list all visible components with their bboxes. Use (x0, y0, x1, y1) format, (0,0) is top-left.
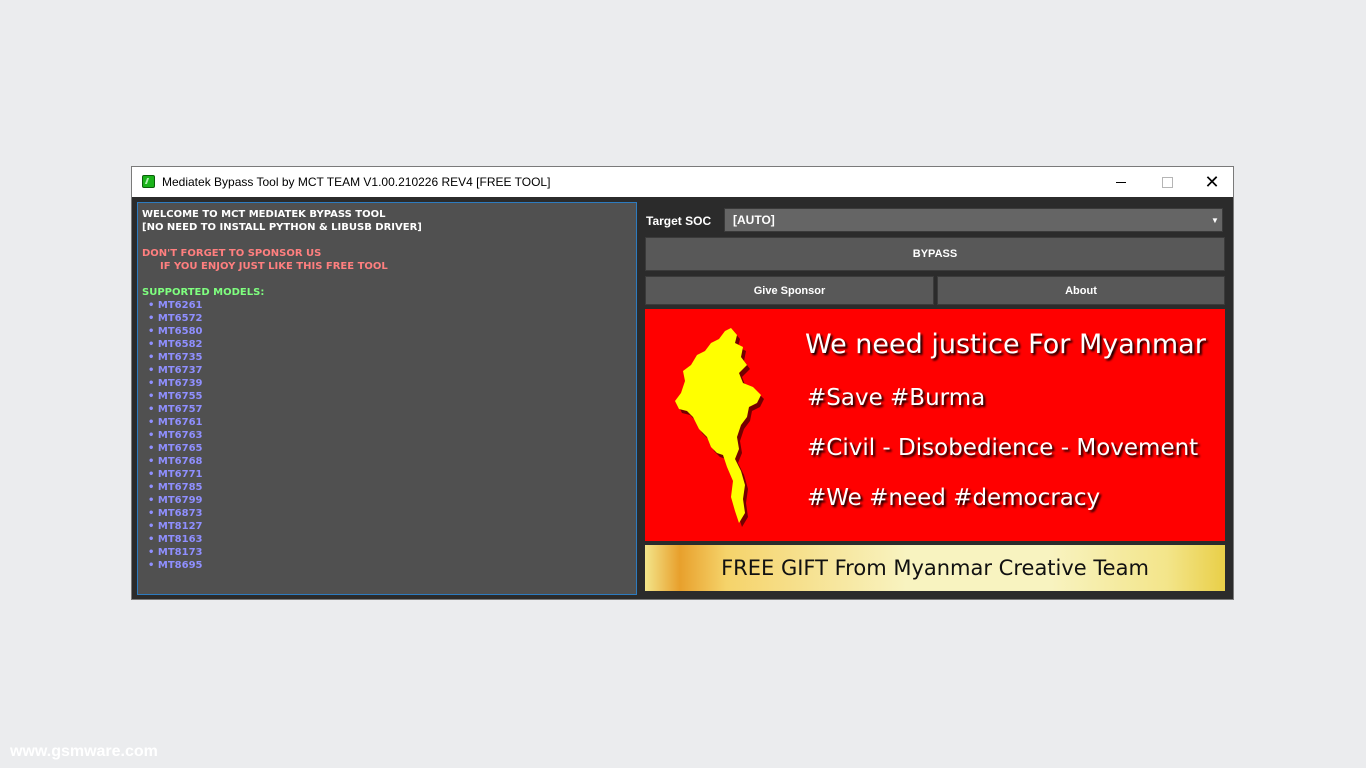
bullet-icon: • (148, 469, 155, 480)
model-name: MT6755 (157, 391, 203, 402)
model-list-item: • MT6572 (142, 312, 632, 325)
give-sponsor-button[interactable]: Give Sponsor (645, 276, 934, 305)
minimize-button[interactable] (1098, 167, 1144, 197)
title-bar[interactable]: Mediatek Bypass Tool by MCT TEAM V1.00.2… (132, 167, 1233, 197)
model-name: MT6757 (157, 404, 203, 415)
model-name: MT6763 (157, 430, 203, 441)
model-list-item: • MT6873 (142, 507, 632, 520)
banner-hashtag-3: #We #need #democracy (807, 485, 1101, 511)
model-name: MT6582 (157, 339, 203, 350)
model-name: MT8163 (157, 534, 203, 545)
model-list-item: • MT6739 (142, 377, 632, 390)
bullet-icon: • (148, 339, 155, 350)
model-name: MT6771 (157, 469, 203, 480)
target-soc-label: Target SOC (646, 214, 712, 228)
target-soc-dropdown[interactable]: [AUTO] ▼ (724, 208, 1223, 232)
chevron-down-icon: ▼ (1211, 215, 1219, 225)
model-list-item: • MT8163 (142, 533, 632, 546)
log-line: [NO NEED TO INSTALL PYTHON & LIBUSB DRIV… (142, 222, 422, 233)
model-list-item: • MT6785 (142, 481, 632, 494)
close-icon: ✕ (1204, 172, 1220, 192)
banner-hashtag-1: #Save #Burma (807, 385, 986, 411)
bullet-icon: • (148, 391, 155, 402)
model-name: MT6873 (157, 508, 203, 519)
bullet-icon: • (148, 534, 155, 545)
model-list-item: • MT6799 (142, 494, 632, 507)
bypass-button[interactable]: BYPASS (645, 237, 1225, 271)
model-name: MT6799 (157, 495, 203, 506)
model-list: • MT6261 • MT6572 • MT6580 • MT6582 • MT6735… (142, 299, 632, 572)
bullet-icon: • (148, 482, 155, 493)
model-name: MT6765 (157, 443, 203, 454)
model-name: MT8695 (157, 560, 203, 571)
model-name: MT8127 (157, 521, 203, 532)
model-name: MT6785 (157, 482, 203, 493)
model-list-item: • MT6771 (142, 468, 632, 481)
model-name: MT6761 (157, 417, 203, 428)
myanmar-banner: We need justice For Myanmar #Save #Burma… (645, 309, 1225, 541)
watermark: www.gsmware.com (10, 743, 158, 760)
bullet-icon: • (148, 495, 155, 506)
model-name: MT6735 (157, 352, 203, 363)
bullet-icon: • (148, 365, 155, 376)
close-button[interactable]: ✕ (1189, 167, 1235, 197)
bullet-icon: • (148, 547, 155, 558)
model-list-item: • MT6768 (142, 455, 632, 468)
log-line: IF YOU ENJOY JUST LIKE THIS FREE TOOL (160, 261, 388, 272)
model-name: MT6572 (157, 313, 203, 324)
about-button[interactable]: About (937, 276, 1225, 305)
log-line: WELCOME TO MCT MEDIATEK BYPASS TOOL (142, 209, 386, 220)
model-list-item: • MT8127 (142, 520, 632, 533)
model-list-item: • MT6737 (142, 364, 632, 377)
bullet-icon: • (148, 300, 155, 311)
app-window: Mediatek Bypass Tool by MCT TEAM V1.00.2… (131, 166, 1234, 600)
model-list-item: • MT6735 (142, 351, 632, 364)
minimize-icon (1116, 181, 1126, 183)
model-list-item: • MT6757 (142, 403, 632, 416)
gift-banner: FREE GIFT From Myanmar Creative Team (645, 545, 1225, 591)
model-list-item: • MT6761 (142, 416, 632, 429)
bullet-icon: • (148, 521, 155, 532)
bullet-icon: • (148, 456, 155, 467)
bullet-icon: • (148, 404, 155, 415)
bullet-icon: • (148, 508, 155, 519)
banner-hashtag-2: #Civil - Disobedience - Movement (807, 435, 1199, 461)
model-list-item: • MT6755 (142, 390, 632, 403)
bullet-icon: • (148, 313, 155, 324)
gift-text: FREE GIFT From Myanmar Creative Team (721, 556, 1149, 580)
model-list-item: • MT8695 (142, 559, 632, 572)
log-panel[interactable]: WELCOME TO MCT MEDIATEK BYPASS TOOL [NO … (137, 202, 637, 595)
model-name: MT6580 (157, 326, 203, 337)
model-name: MT6768 (157, 456, 203, 467)
model-list-item: • MT6763 (142, 429, 632, 442)
maximize-icon (1161, 176, 1173, 188)
bullet-icon: • (148, 417, 155, 428)
model-name: MT6261 (157, 300, 203, 311)
log-line: DON'T FORGET TO SPONSOR US (142, 248, 322, 259)
bullet-icon: • (148, 378, 155, 389)
model-name: MT6737 (157, 365, 203, 376)
maximize-button[interactable] (1144, 167, 1190, 197)
model-list-item: • MT6582 (142, 338, 632, 351)
bullet-icon: • (148, 326, 155, 337)
banner-headline: We need justice For Myanmar (805, 329, 1206, 360)
bullet-icon: • (148, 352, 155, 363)
model-name: MT8173 (157, 547, 203, 558)
model-list-item: • MT6580 (142, 325, 632, 338)
bullet-icon: • (148, 560, 155, 571)
bullet-icon: • (148, 430, 155, 441)
target-soc-value: [AUTO] (733, 213, 775, 227)
window-title: Mediatek Bypass Tool by MCT TEAM V1.00.2… (162, 175, 551, 189)
model-list-item: • MT8173 (142, 546, 632, 559)
model-list-item: • MT6765 (142, 442, 632, 455)
myanmar-map-icon (675, 328, 764, 527)
model-list-item: • MT6261 (142, 299, 632, 312)
model-name: MT6739 (157, 378, 203, 389)
log-line: SUPPORTED MODELS: (142, 287, 265, 298)
bullet-icon: • (148, 443, 155, 454)
app-icon (142, 175, 155, 188)
